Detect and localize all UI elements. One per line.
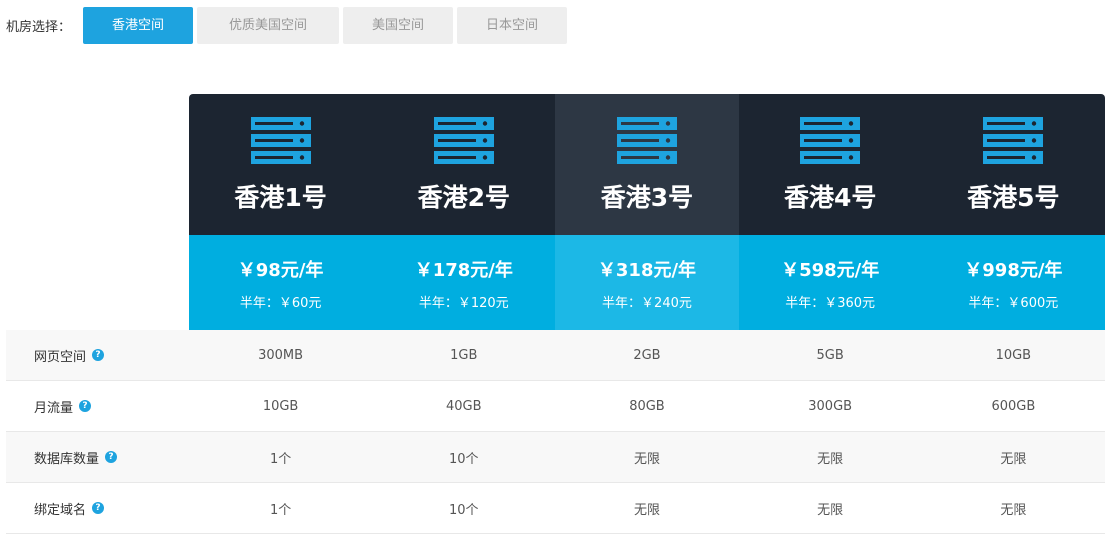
tab-hongkong[interactable]: 香港空间: [83, 7, 194, 44]
feature-name: 数据库数量 ?: [6, 448, 189, 467]
plan-header: 香港5号: [921, 94, 1105, 235]
feature-value: 10个: [449, 451, 479, 467]
feature-value: 300GB: [808, 398, 853, 414]
help-icon[interactable]: ?: [92, 502, 105, 514]
server-icon: [250, 117, 311, 164]
price-half-year: 半年：￥120元: [418, 296, 509, 311]
plan-price: ￥318元/年 半年：￥240元: [555, 235, 739, 330]
price-yearly: ￥598元/年: [781, 260, 880, 281]
feature-value: 无限: [633, 451, 660, 467]
feature-value: 40GB: [446, 398, 482, 414]
feature-value: 无限: [633, 502, 660, 518]
plan-name: 香港5号: [967, 183, 1060, 212]
tab-japan[interactable]: 日本空间: [457, 7, 568, 44]
plan-card: 香港1号 ￥98元/年 半年：￥60元: [189, 94, 373, 330]
plan-columns: 香港1号 ￥98元/年 半年：￥60元 香港2号 ￥178元/年 半年：￥120…: [189, 94, 1105, 330]
plan-card: 香港5号 ￥998元/年 半年：￥600元: [921, 94, 1105, 330]
feature-value: 10GB: [995, 347, 1032, 363]
price-half-year: 半年：￥60元: [239, 296, 322, 311]
help-icon[interactable]: ?: [79, 400, 92, 412]
price-half-year: 半年：￥360元: [785, 296, 876, 311]
feature-value: 600GB: [991, 398, 1036, 414]
feature-value: 5GB: [816, 347, 844, 363]
plan-name: 香港2号: [417, 183, 510, 212]
price-yearly: ￥318元/年: [597, 260, 697, 281]
server-icon: [433, 117, 494, 164]
plan-card: 香港4号 ￥598元/年 半年：￥360元: [738, 94, 922, 330]
datacenter-filter: 机房选择： 香港空间 优质美国空间 美国空间 日本空间: [6, 7, 571, 44]
feature-value: 10GB: [262, 398, 299, 414]
feature-name: 月流量 ?: [6, 397, 189, 416]
feature-value: 1个: [269, 451, 292, 467]
feature-value: 1GB: [450, 347, 478, 363]
server-icon: [616, 117, 677, 164]
feature-value: 1个: [269, 502, 292, 518]
feature-value: 无限: [817, 451, 844, 467]
feature-value: 80GB: [629, 398, 665, 414]
feature-label: 绑定域名: [34, 502, 87, 518]
feature-label: 月流量: [34, 400, 74, 416]
plan-card: 香港2号 ￥178元/年 半年：￥120元: [372, 94, 556, 330]
plan-name: 香港1号: [234, 183, 327, 212]
feature-label: 网页空间: [34, 349, 87, 365]
datacenter-tabs: 香港空间 优质美国空间 美国空间 日本空间: [83, 7, 571, 44]
feature-row-monthly-traffic: 月流量 ? 10GB 40GB 80GB 300GB 600GB: [6, 381, 1105, 432]
feature-value: 无限: [1000, 502, 1027, 518]
feature-row-databases: 数据库数量 ? 1个 10个 无限 无限 无限: [6, 432, 1105, 483]
feature-name: 网页空间 ?: [6, 346, 189, 365]
feature-value: 无限: [1000, 451, 1027, 467]
feature-value: 2GB: [633, 347, 661, 363]
server-icon: [800, 117, 861, 164]
plan-name: 香港3号: [600, 183, 694, 212]
help-icon[interactable]: ?: [105, 451, 118, 463]
feature-table: 网页空间 ? 300MB 1GB 2GB 5GB 10GB 月流量 ? 10GB…: [6, 330, 1105, 534]
plan-price: ￥598元/年 半年：￥360元: [738, 235, 922, 330]
feature-value: 无限: [817, 502, 844, 518]
price-yearly: ￥178元/年: [414, 260, 513, 281]
feature-label: 数据库数量: [34, 451, 100, 467]
plan-price: ￥998元/年 半年：￥600元: [921, 235, 1105, 330]
price-half-year: 半年：￥240元: [602, 296, 692, 311]
plan-name: 香港4号: [783, 183, 877, 212]
feature-name: 绑定域名 ?: [6, 499, 189, 518]
help-icon[interactable]: ?: [92, 349, 105, 361]
plan-header: 香港2号: [372, 94, 556, 235]
price-yearly: ￥98元/年: [237, 260, 324, 281]
tab-us[interactable]: 美国空间: [343, 7, 454, 44]
filter-label: 机房选择：: [6, 20, 72, 35]
feature-value: 10个: [449, 502, 479, 518]
server-icon: [983, 117, 1044, 164]
plan-header: 香港1号: [189, 94, 373, 235]
feature-value: 300MB: [258, 347, 304, 363]
plan-card-highlighted: 香港3号 ￥318元/年 半年：￥240元: [555, 94, 739, 330]
plan-header: 香港3号: [555, 94, 739, 235]
plan-price: ￥98元/年 半年：￥60元: [189, 235, 373, 330]
price-half-year: 半年：￥600元: [968, 296, 1059, 311]
feature-row-web-space: 网页空间 ? 300MB 1GB 2GB 5GB 10GB: [6, 330, 1105, 381]
feature-row-bound-domains: 绑定域名 ? 1个 10个 无限 无限 无限: [6, 483, 1105, 534]
tab-premium-us[interactable]: 优质美国空间: [197, 7, 340, 44]
plan-price: ￥178元/年 半年：￥120元: [372, 235, 556, 330]
plan-header: 香港4号: [738, 94, 922, 235]
price-yearly: ￥998元/年: [964, 260, 1063, 281]
